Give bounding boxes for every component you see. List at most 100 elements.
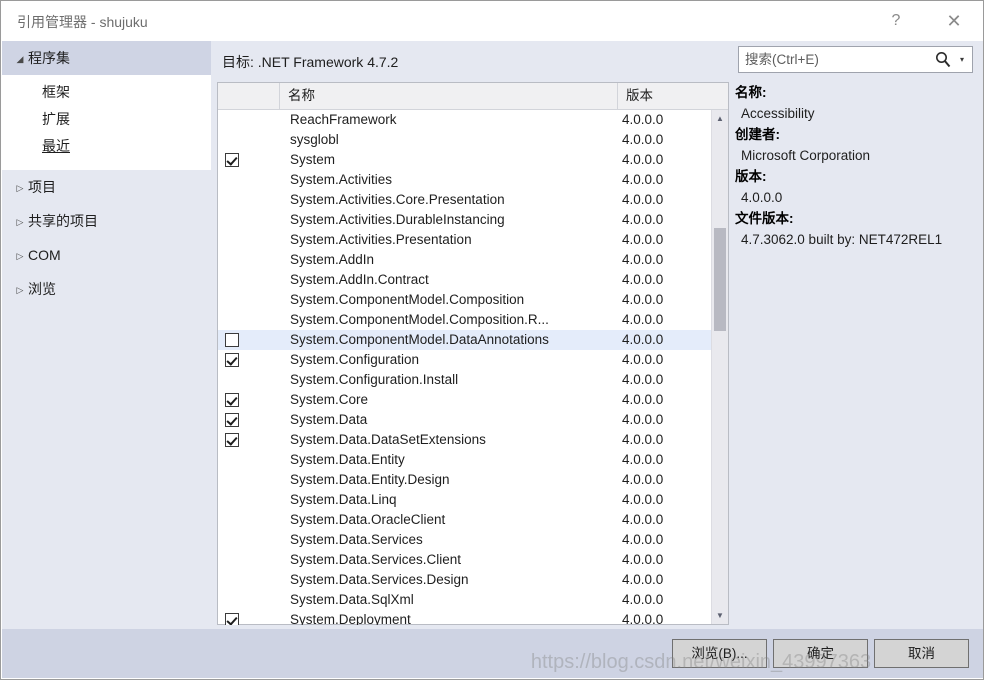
checkbox-empty[interactable]	[225, 473, 239, 487]
checkbox-empty[interactable]	[225, 173, 239, 187]
table-row[interactable]: ReachFramework 4.0.0.0	[218, 110, 728, 130]
cancel-button[interactable]: 取消	[874, 639, 969, 668]
table-row[interactable]: System.Data.Services.Design 4.0.0.0	[218, 570, 728, 590]
column-header-version[interactable]: 版本	[618, 83, 728, 109]
sidebar-subitem-label: 最近	[42, 138, 70, 154]
table-row[interactable]: System.Configuration 4.0.0.0	[218, 350, 728, 370]
checkbox-empty[interactable]	[225, 193, 239, 207]
sidebar-item-com[interactable]: ▷ COM	[2, 238, 211, 272]
close-button[interactable]: ✕	[931, 1, 977, 41]
scroll-up-icon[interactable]: ▲	[712, 110, 728, 127]
checkbox-checked-icon[interactable]	[225, 613, 239, 625]
assembly-version: 4.0.0.0	[622, 272, 664, 287]
table-row[interactable]: System.Data.Services.Client 4.0.0.0	[218, 550, 728, 570]
detail-version-label: 版本:	[735, 169, 767, 184]
sidebar-item-label: 程序集	[28, 50, 70, 66]
table-row[interactable]: System.Data.Linq 4.0.0.0	[218, 490, 728, 510]
checkbox-checked-icon[interactable]	[225, 153, 239, 167]
assembly-version: 4.0.0.0	[622, 592, 664, 607]
assembly-version: 4.0.0.0	[622, 132, 664, 147]
assembly-name: System.Core	[290, 392, 369, 407]
chevron-right-icon: ▷	[16, 285, 24, 295]
table-row[interactable]: System.ComponentModel.Composition 4.0.0.0	[218, 290, 728, 310]
chevron-down-icon: ◢	[16, 54, 24, 64]
search-input[interactable]	[739, 47, 931, 72]
list-scrollbar[interactable]: ▲ ▼	[711, 110, 728, 624]
assembly-name: ReachFramework	[290, 112, 397, 127]
checkbox-checked-icon[interactable]	[225, 393, 239, 407]
checkbox-empty[interactable]	[225, 273, 239, 287]
checkbox-empty[interactable]	[225, 253, 239, 267]
table-row[interactable]: System.Data.Services 4.0.0.0	[218, 530, 728, 550]
checkbox-empty[interactable]	[225, 533, 239, 547]
table-row[interactable]: System.ComponentModel.DataAnnotations 4.0…	[218, 330, 728, 350]
sidebar-subitem-framework[interactable]: 框架	[2, 79, 211, 106]
table-row[interactable]: System.Data.Entity 4.0.0.0	[218, 450, 728, 470]
table-row[interactable]: System.Core 4.0.0.0	[218, 390, 728, 410]
checkbox-empty[interactable]	[225, 513, 239, 527]
help-button[interactable]: ?	[873, 1, 919, 41]
checkbox-checked-icon[interactable]	[225, 353, 239, 367]
table-row[interactable]: System.Activities.DurableInstancing 4.0.0…	[218, 210, 728, 230]
checkbox-empty[interactable]	[225, 493, 239, 507]
chevron-down-icon[interactable]: ▾	[957, 55, 967, 65]
checkbox-empty[interactable]	[225, 553, 239, 567]
sidebar-item-browse[interactable]: ▷ 浏览	[2, 272, 211, 306]
checkbox-checked-icon[interactable]	[225, 413, 239, 427]
assembly-version: 4.0.0.0	[622, 612, 664, 625]
search-box[interactable]: ▾	[738, 46, 973, 73]
checkbox-empty[interactable]	[225, 133, 239, 147]
search-icon[interactable]	[934, 50, 952, 69]
column-header-checkbox[interactable]	[218, 83, 280, 109]
assembly-name: System.Data.Services	[290, 532, 423, 547]
sidebar-subitem-recent[interactable]: 最近	[2, 133, 211, 160]
table-row[interactable]: System.Data 4.0.0.0	[218, 410, 728, 430]
assembly-name: System.ComponentModel.Composition	[290, 292, 525, 307]
table-row[interactable]: System 4.0.0.0	[218, 150, 728, 170]
column-header-name[interactable]: 名称	[280, 83, 618, 109]
table-row[interactable]: System.Data.OracleClient 4.0.0.0	[218, 510, 728, 530]
table-row[interactable]: System.AddIn.Contract 4.0.0.0	[218, 270, 728, 290]
table-row[interactable]: System.Deployment 4.0.0.0	[218, 610, 728, 625]
table-row[interactable]: System.Activities.Presentation 4.0.0.0	[218, 230, 728, 250]
checkbox-empty[interactable]	[225, 313, 239, 327]
sidebar: ◢ 程序集 框架 扩展 最近 ▷ 项目 ▷ 共享的项目 ▷ COM ▷ 浏览	[2, 41, 211, 632]
checkbox-empty[interactable]	[225, 573, 239, 587]
table-row[interactable]: sysglobl 4.0.0.0	[218, 130, 728, 150]
checkbox-empty[interactable]	[225, 593, 239, 607]
scroll-down-icon[interactable]: ▼	[712, 607, 728, 624]
assembly-version: 4.0.0.0	[622, 252, 664, 267]
table-row[interactable]: System.Data.DataSetExtensions 4.0.0.0	[218, 430, 728, 450]
checkbox-empty[interactable]	[225, 233, 239, 247]
browse-button[interactable]: 浏览(B)...	[672, 639, 767, 668]
sidebar-subitem-extensions[interactable]: 扩展	[2, 106, 211, 133]
sidebar-item-assemblies[interactable]: ◢ 程序集	[2, 41, 211, 75]
assembly-version: 4.0.0.0	[622, 532, 664, 547]
table-row[interactable]: System.Configuration.Install 4.0.0.0	[218, 370, 728, 390]
assembly-name: System.Activities.DurableInstancing	[290, 212, 505, 227]
sidebar-item-shared-projects[interactable]: ▷ 共享的项目	[2, 204, 211, 238]
checkbox-empty[interactable]	[225, 373, 239, 387]
assembly-name: System.Configuration	[290, 352, 420, 367]
ok-button[interactable]: 确定	[773, 639, 868, 668]
sidebar-item-projects[interactable]: ▷ 项目	[2, 170, 211, 204]
checkbox-empty[interactable]	[225, 293, 239, 307]
checkbox-empty[interactable]	[225, 113, 239, 127]
table-row[interactable]: System.Activities 4.0.0.0	[218, 170, 728, 190]
checkbox-unchecked-icon[interactable]	[225, 333, 239, 347]
table-row[interactable]: System.Data.Entity.Design 4.0.0.0	[218, 470, 728, 490]
table-row[interactable]: System.Data.SqlXml 4.0.0.0	[218, 590, 728, 610]
checkbox-empty[interactable]	[225, 453, 239, 467]
detail-name-label: 名称:	[735, 85, 767, 100]
detail-file-version-label: 文件版本:	[735, 211, 794, 226]
table-row[interactable]: System.AddIn 4.0.0.0	[218, 250, 728, 270]
table-row[interactable]: System.ComponentModel.Composition.R... 4.…	[218, 310, 728, 330]
detail-creator-label: 创建者:	[735, 127, 780, 142]
assembly-list-panel: 名称 版本 ReachFramework 4.0.0.0 sysglobl 4.0.0…	[217, 82, 729, 625]
checkbox-empty[interactable]	[225, 213, 239, 227]
assembly-name: System.AddIn	[290, 252, 375, 267]
checkbox-checked-icon[interactable]	[225, 433, 239, 447]
table-row[interactable]: System.Activities.Core.Presentation 4.0.0…	[218, 190, 728, 210]
scrollbar-thumb[interactable]	[714, 228, 726, 331]
sidebar-subitem-label: 扩展	[42, 111, 70, 127]
